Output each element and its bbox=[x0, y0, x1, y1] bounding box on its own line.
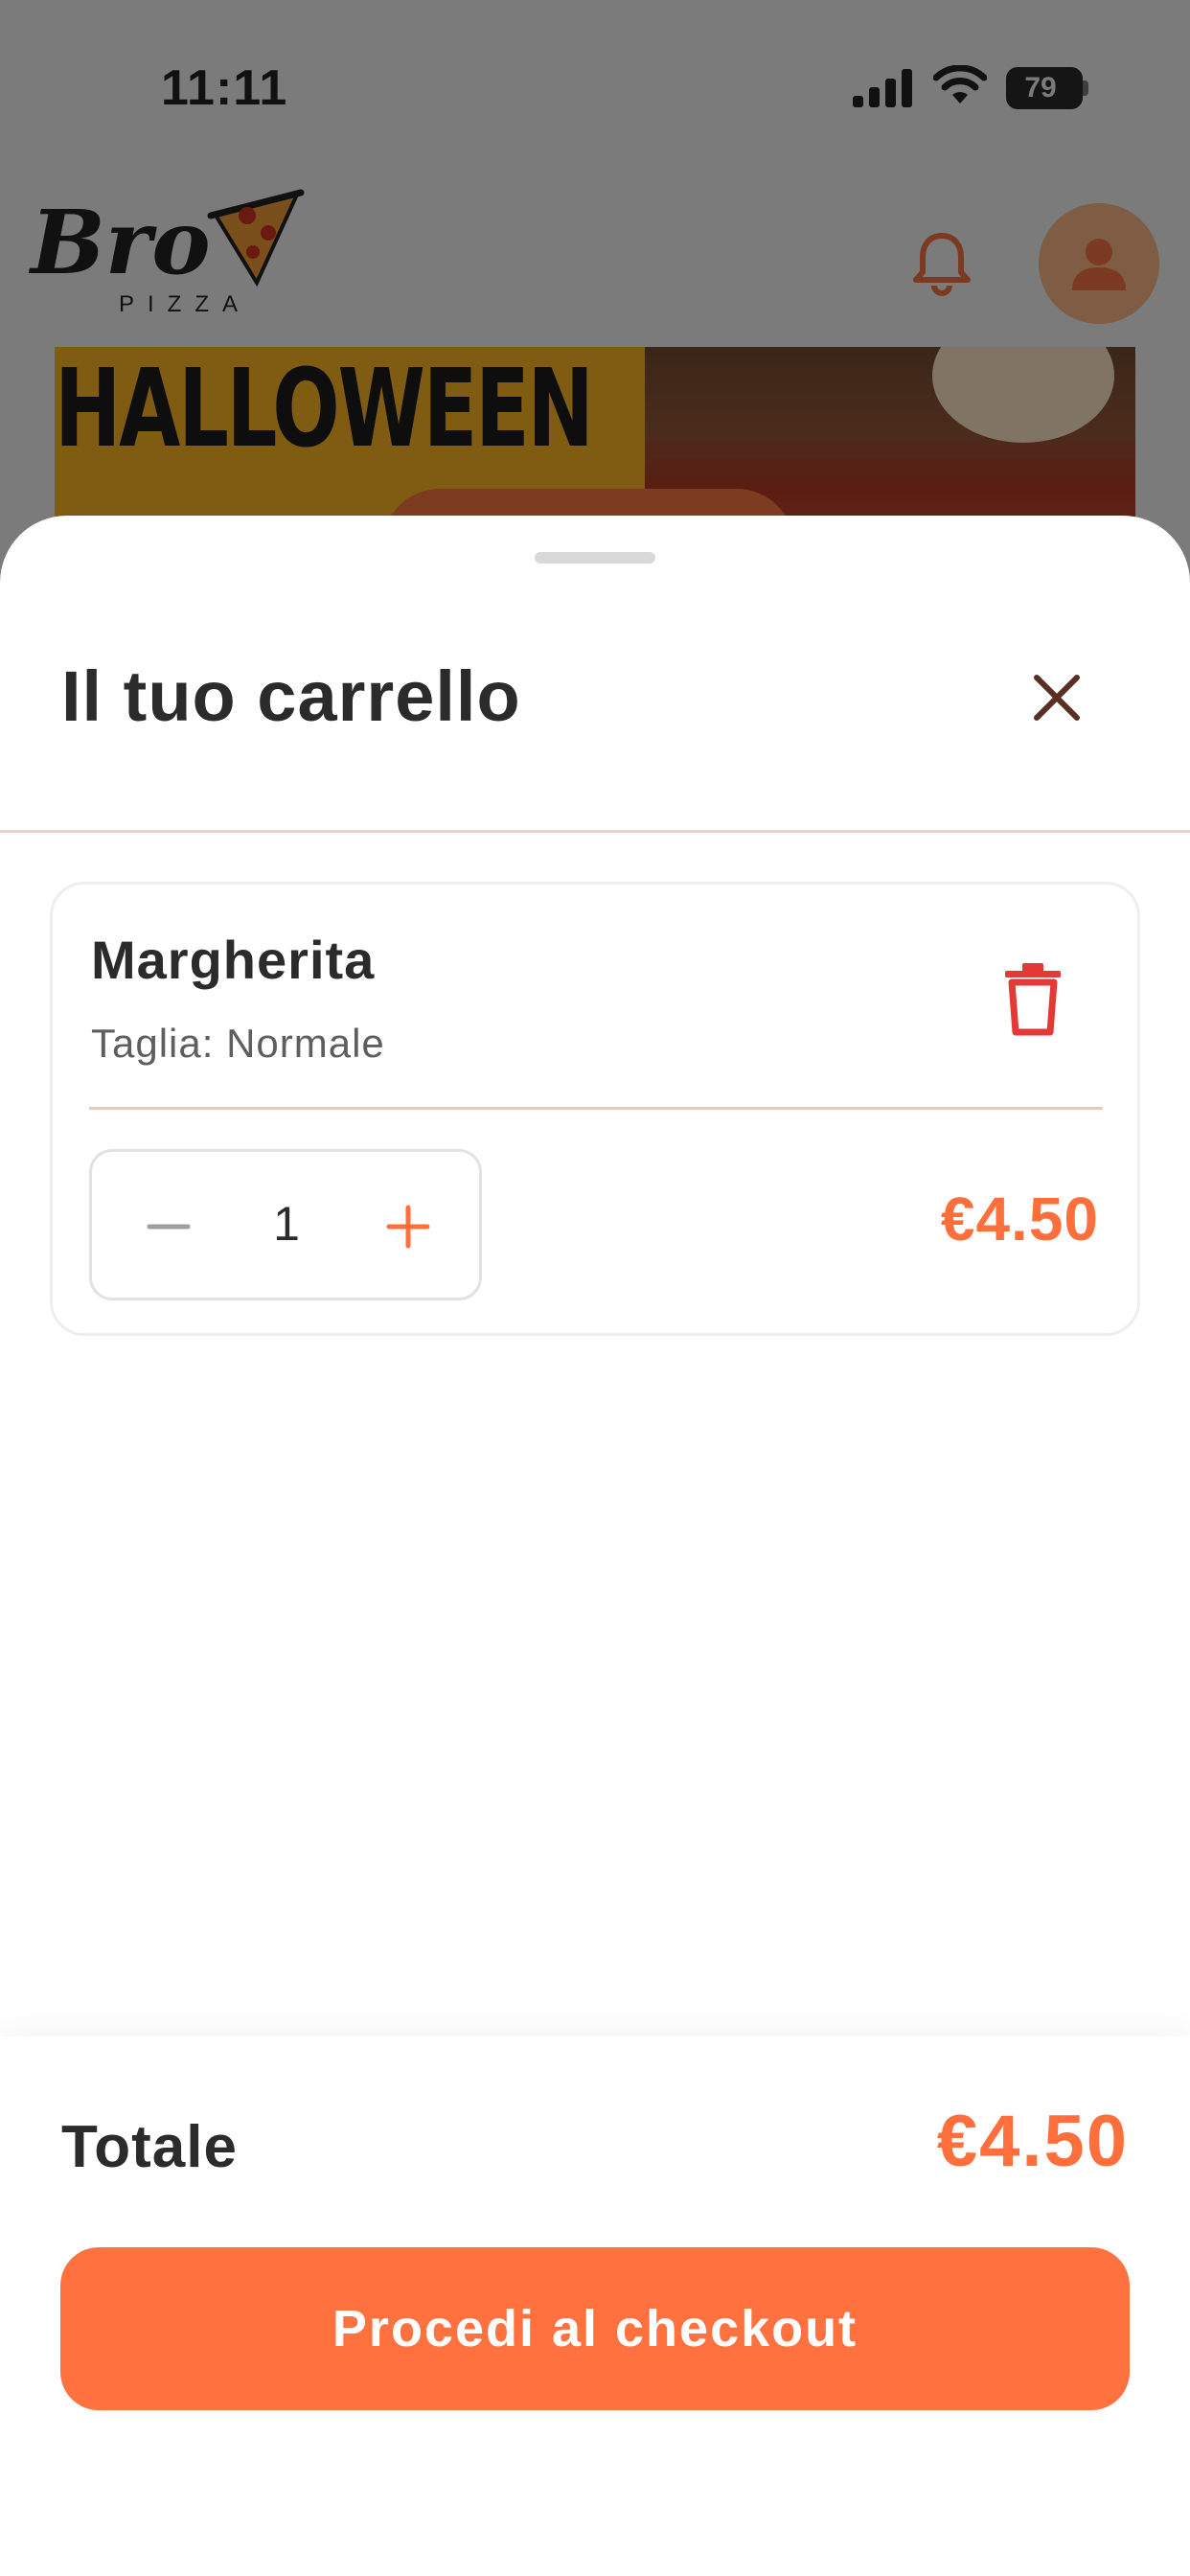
total-value: €4.50 bbox=[936, 2101, 1129, 2182]
close-icon[interactable] bbox=[1023, 664, 1090, 731]
item-divider bbox=[89, 1107, 1103, 1110]
status-time: 11:11 bbox=[161, 60, 288, 116]
quantity-value: 1 bbox=[273, 1197, 300, 1251]
status-bar: 11:11 79 bbox=[0, 0, 1190, 172]
plus-icon[interactable] bbox=[379, 1198, 437, 1255]
cart-footer: Totale €4.50 Procedi al checkout bbox=[0, 2036, 1190, 2576]
bro-pizza-logo: Bro PIZZA bbox=[28, 189, 305, 317]
item-size: Taglia: Normale bbox=[91, 1021, 385, 1066]
quantity-stepper: 1 bbox=[89, 1149, 482, 1300]
item-name: Margherita bbox=[91, 930, 376, 990]
battery-icon: 79 bbox=[1006, 67, 1088, 109]
sheet-divider bbox=[0, 830, 1190, 833]
checkout-button[interactable]: Procedi al checkout bbox=[60, 2247, 1130, 2410]
trash-icon[interactable] bbox=[1001, 961, 1064, 1036]
banner-title: HALLOWEEN bbox=[55, 347, 594, 472]
signal-icon bbox=[853, 69, 912, 107]
item-price: €4.50 bbox=[940, 1184, 1099, 1254]
cart-title: Il tuo carrello bbox=[61, 656, 521, 736]
cart-item: Margherita Taglia: Normale 1 €4.50 bbox=[50, 882, 1140, 1336]
total-label: Totale bbox=[61, 2114, 238, 2180]
svg-text:PIZZA: PIZZA bbox=[119, 291, 251, 317]
bell-icon[interactable] bbox=[910, 230, 973, 297]
background-app: 11:11 79 Bro PIZZA HALLOWEEN bbox=[0, 0, 1190, 586]
sheet-grabber[interactable] bbox=[535, 552, 655, 564]
profile-button[interactable] bbox=[1039, 203, 1159, 324]
user-icon bbox=[1072, 239, 1126, 290]
battery-level: 79 bbox=[1024, 72, 1057, 104]
svg-text:Bro: Bro bbox=[28, 191, 211, 294]
minus-icon[interactable] bbox=[140, 1198, 197, 1255]
wifi-icon bbox=[933, 65, 987, 104]
